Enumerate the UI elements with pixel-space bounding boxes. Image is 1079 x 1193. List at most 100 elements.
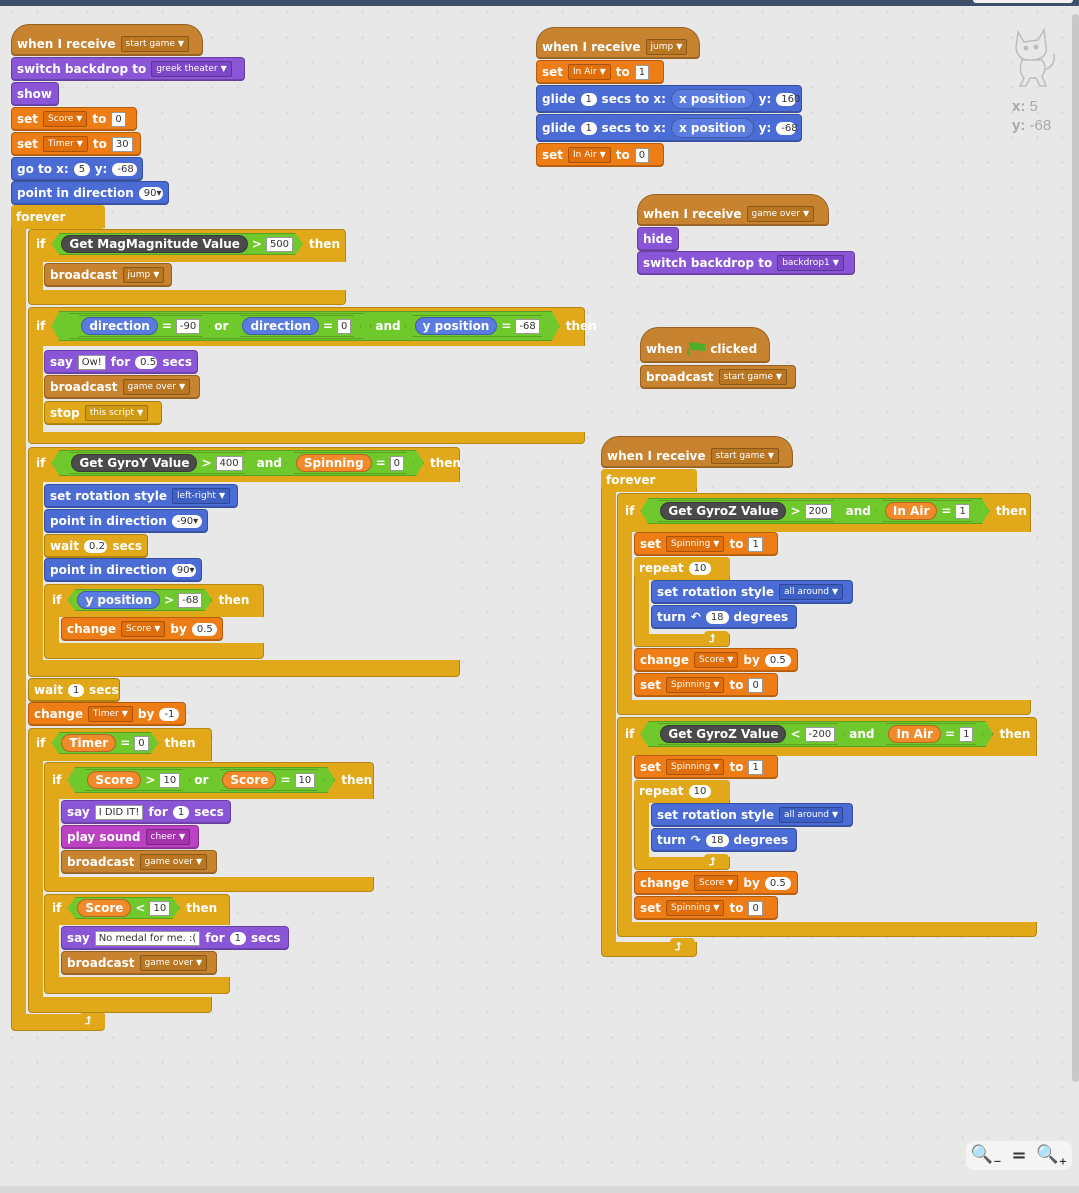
variable-dropdown[interactable]: Score ▼ (694, 652, 739, 668)
wait-1-block[interactable]: wait 1 secs (28, 678, 120, 702)
value-input[interactable]: 1 (959, 727, 973, 742)
set-score-block[interactable]: set Score ▼ to 0 (11, 107, 137, 131)
eq-operator[interactable]: Score = 10 (212, 769, 325, 791)
value-input[interactable]: -90 (176, 319, 200, 334)
message-dropdown[interactable]: start game ▼ (120, 35, 190, 52)
secs-input[interactable]: 1 (580, 92, 597, 106)
hide-block[interactable]: hide (637, 227, 679, 251)
value-input[interactable]: -68 (178, 593, 202, 608)
set-in-air-block[interactable]: set In Air ▼ to 0 (536, 143, 664, 167)
rotation-dropdown[interactable]: all around ▼ (778, 807, 844, 823)
point-direction-block[interactable]: point in direction 90▾ (44, 558, 202, 582)
turn-cw-block[interactable]: turn ↷ 18 degrees (651, 828, 797, 852)
zoom-reset-button[interactable]: = (1011, 1145, 1026, 1166)
direction-input[interactable]: -90▾ (171, 514, 202, 528)
variable-dropdown[interactable]: Spinning ▼ (666, 677, 725, 693)
switch-backdrop-block[interactable]: switch backdrop to backdrop1 ▼ (637, 251, 855, 275)
glide-block[interactable]: glide 1 secs to x: x position y: -68 (536, 114, 802, 142)
eq-operator[interactable]: y position = -68 (405, 315, 550, 337)
variable-dropdown[interactable]: In Air ▼ (568, 64, 611, 80)
stop-block[interactable]: stop this script ▼ (44, 401, 162, 425)
sound-dropdown[interactable]: cheer ▼ (145, 829, 191, 845)
eq-operator[interactable]: Spinning = 0 (286, 452, 414, 474)
value-input[interactable]: 30 (111, 136, 133, 152)
y-position-reporter[interactable]: y position (77, 591, 160, 609)
value-input[interactable]: 1 (955, 504, 969, 519)
set-in-air-block[interactable]: set In Air ▼ to 1 (536, 60, 664, 84)
eq-operator[interactable]: Timer = 0 (51, 732, 158, 754)
and-operator[interactable]: direction = -90 or direction = 0 and y posit… (51, 311, 559, 341)
spinning-reporter[interactable]: Spinning (296, 454, 372, 472)
variable-dropdown[interactable]: Timer ▼ (88, 706, 133, 722)
eq-operator[interactable]: In Air = 1 (875, 500, 980, 522)
glide-block[interactable]: glide 1 secs to x: x position y: 160 (536, 85, 802, 113)
and-operator[interactable]: Get GyroZ Value < -200 and In Air = 1 (640, 721, 993, 747)
x-input[interactable]: 5 (73, 162, 90, 176)
variable-dropdown[interactable]: Score ▼ (43, 111, 88, 127)
set-spinning-block[interactable]: set Spinning ▼ to 1 (634, 755, 778, 779)
message-dropdown[interactable]: game over ▼ (139, 854, 208, 870)
value-input[interactable]: 200 (805, 504, 832, 519)
eq-operator[interactable]: direction = -90 (71, 315, 210, 337)
when-i-receive-hat[interactable]: when I receive start game ▼ (601, 436, 793, 468)
value-input[interactable]: 400 (216, 456, 243, 471)
mag-reporter[interactable]: Get MagMagnitude Value (61, 235, 248, 253)
say-for-secs-block[interactable]: say Ow! for 0.5 secs (44, 350, 198, 374)
set-rotation-style-block[interactable]: set rotation style all around ▼ (651, 803, 853, 827)
zoom-out-icon[interactable]: 🔍− (971, 1144, 1002, 1168)
broadcast-jump-block[interactable]: broadcast jump ▼ (44, 263, 172, 287)
value-input[interactable]: 0 (111, 111, 126, 127)
variable-dropdown[interactable]: Spinning ▼ (666, 900, 725, 916)
top-bar-tab[interactable] (973, 0, 1073, 3)
degrees-input[interactable]: 18 (705, 833, 729, 847)
gt-operator[interactable]: Get GyroZ Value >200 (650, 500, 841, 522)
lt-operator[interactable]: Score <10 (67, 897, 180, 919)
horizontal-scrollbar[interactable] (0, 1186, 1079, 1193)
rotation-dropdown[interactable]: left-right ▼ (171, 488, 231, 504)
switch-backdrop-block[interactable]: switch backdrop to greek theater ▼ (11, 57, 245, 81)
value-input[interactable]: 0 (337, 319, 351, 334)
gt-operator[interactable]: y position > -68 (67, 589, 212, 611)
eq-operator[interactable]: In Air = 1 (878, 723, 983, 745)
secs-input[interactable]: 0.2 (84, 539, 108, 553)
change-score-block[interactable]: change Score ▼ by 0.5 (634, 648, 798, 672)
gt-operator[interactable]: Get GyroY Value >400 (61, 452, 252, 474)
say-no-medal-block[interactable]: say No medal for me. :( for 1 secs (61, 926, 289, 950)
broadcast-game-over-block[interactable]: broadcast game over ▼ (44, 375, 200, 399)
secs-input[interactable]: 1 (68, 683, 85, 697)
when-i-receive-hat[interactable]: when I receive jump ▼ (536, 27, 700, 59)
direction-input[interactable]: 90▾ (138, 186, 163, 200)
value-input[interactable]: 0.5 (764, 876, 791, 890)
backdrop-dropdown[interactable]: greek theater ▼ (151, 61, 232, 77)
variable-dropdown[interactable]: In Air ▼ (568, 147, 611, 163)
gt-operator[interactable]: Get MagMagnitude Value >500 (51, 233, 303, 255)
value-input[interactable]: 0 (748, 900, 763, 916)
score-reporter[interactable]: Score (87, 771, 141, 789)
gt-operator[interactable]: Score >10 (77, 769, 190, 791)
timer-reporter[interactable]: Timer (61, 734, 116, 752)
variable-dropdown[interactable]: Spinning ▼ (666, 759, 725, 775)
message-dropdown[interactable]: start game ▼ (710, 447, 780, 464)
gyroz-reporter[interactable]: Get GyroZ Value (660, 502, 786, 520)
point-direction-block[interactable]: point in direction 90▾ (11, 181, 169, 205)
show-block[interactable]: show (11, 82, 59, 106)
go-to-xy-block[interactable]: go to x: 5 y: -68 (11, 157, 143, 181)
value-input[interactable]: 0 (390, 456, 404, 471)
message-dropdown[interactable]: start game ▼ (718, 369, 788, 385)
repeat-count-input[interactable]: 10 (688, 784, 712, 798)
in-air-reporter[interactable]: In Air (888, 725, 941, 743)
change-timer-block[interactable]: change Timer ▼ by -1 (28, 702, 186, 726)
message-dropdown[interactable]: game over ▼ (122, 379, 191, 395)
lt-operator[interactable]: Get GyroZ Value < -200 (650, 723, 845, 745)
direction-reporter[interactable]: direction (81, 317, 158, 335)
turn-ccw-block[interactable]: turn ↶ 18 degrees (651, 605, 797, 629)
secs-input[interactable]: 0.5 (135, 355, 158, 369)
gyroz-reporter[interactable]: Get GyroZ Value (660, 725, 786, 743)
message-dropdown[interactable]: game over ▼ (139, 955, 208, 971)
value-input[interactable]: 0.5 (191, 622, 217, 636)
value-input[interactable]: 0 (748, 677, 763, 693)
and-operator[interactable]: Get GyroZ Value >200 and In Air = 1 (640, 498, 989, 524)
zoom-in-icon[interactable]: 🔍+ (1036, 1144, 1067, 1168)
wait-block[interactable]: wait 0.2 secs (44, 534, 148, 558)
backdrop-dropdown[interactable]: backdrop1 ▼ (777, 255, 844, 271)
